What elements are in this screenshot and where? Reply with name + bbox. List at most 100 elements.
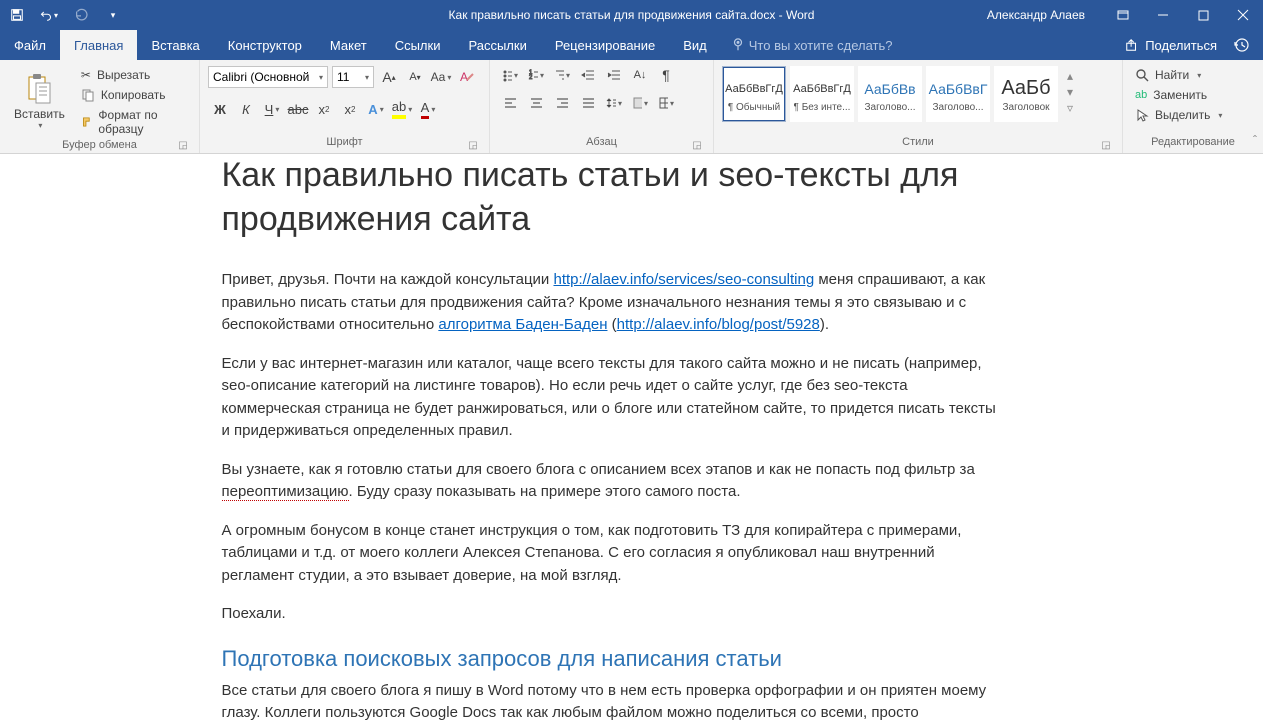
paragraph-5[interactable]: Поехали. [222, 603, 1002, 626]
scissors-icon: ✂ [81, 68, 91, 82]
bold-icon[interactable]: Ж [208, 98, 232, 120]
paragraph-3[interactable]: Вы узнаете, как я готовлю статьи для сво… [222, 459, 1002, 504]
style-preview: АаБбВвГ [929, 76, 988, 102]
replace-button[interactable]: abЗаменить [1131, 86, 1255, 104]
paragraph-2[interactable]: Если у вас интернет-магазин или каталог,… [222, 353, 1002, 443]
increase-indent-icon[interactable] [602, 64, 626, 86]
share-button[interactable]: Поделиться [1125, 38, 1217, 53]
font-size-combo[interactable]: 11▾ [332, 66, 374, 88]
align-right-icon[interactable] [550, 92, 574, 114]
format-painter-button[interactable]: Формат по образцу [77, 106, 191, 138]
save-icon[interactable] [8, 6, 26, 24]
clear-format-icon[interactable]: A [456, 66, 478, 88]
tab-insert[interactable]: Вставка [137, 30, 213, 60]
ribbon-tabs: Файл Главная Вставка Конструктор Макет С… [0, 30, 1263, 60]
style-item-2[interactable]: АаБбВвЗаголово... [858, 66, 922, 122]
font-size-value: 11 [337, 70, 349, 84]
tab-review[interactable]: Рецензирование [541, 30, 669, 60]
link-baden[interactable]: алгоритма Баден-Баден [438, 316, 607, 333]
heading-2[interactable]: Подготовка поисковых запросов для написа… [222, 646, 1002, 672]
grow-font-icon[interactable]: A▴ [378, 66, 400, 88]
shading-icon[interactable]: ▾ [628, 92, 652, 114]
qat-customize-icon[interactable]: ▾ [104, 6, 122, 24]
undo-icon[interactable]: ▾ [40, 6, 58, 24]
font-dialog-icon[interactable]: ◲ [467, 139, 479, 151]
italic-icon[interactable]: К [234, 98, 258, 120]
paragraph-6[interactable]: Все статьи для своего блога я пишу в Wor… [222, 680, 1002, 720]
link-post[interactable]: http://alaev.info/blog/post/5928 [617, 316, 820, 333]
font-name-combo[interactable]: Calibri (Основной▾ [208, 66, 328, 88]
paragraph-4[interactable]: А огромным бонусом в конце станет инстру… [222, 520, 1002, 588]
document-scroll[interactable]: Как правильно писать статьи и seo-тексты… [0, 154, 1263, 720]
borders-icon[interactable]: ▾ [654, 92, 678, 114]
style-preview: АаБбВвГгД [725, 76, 783, 102]
sort-icon[interactable]: A↓ [628, 64, 652, 86]
paragraph-dialog-icon[interactable]: ◲ [691, 139, 703, 151]
font-color-icon[interactable]: A▾ [416, 98, 440, 120]
styles-scroll-up-icon[interactable]: ▴ [1062, 68, 1078, 84]
paste-button[interactable]: Вставить ▾ [8, 71, 71, 132]
tab-file[interactable]: Файл [0, 30, 60, 60]
superscript-icon[interactable]: x2 [338, 98, 362, 120]
bullets-icon[interactable]: ▾ [498, 64, 522, 86]
titlebar: ▾ ▾ Как правильно писать статьи для прод… [0, 0, 1263, 30]
text: Вы узнаете, как я готовлю статьи для сво… [222, 461, 975, 478]
line-spacing-icon[interactable]: ▾ [602, 92, 626, 114]
paste-label: Вставить [14, 107, 65, 121]
ribbon-display-icon[interactable] [1103, 0, 1143, 30]
copy-button[interactable]: Копировать [77, 86, 191, 104]
clipboard-dialog-icon[interactable]: ◲ [177, 139, 189, 151]
styles-expand-icon[interactable]: ▿ [1062, 100, 1078, 116]
paragraph-1[interactable]: Привет, друзья. Почти на каждой консульт… [222, 269, 1002, 337]
group-styles: АаБбВвГгД¶ ОбычныйАаБбВвГгД¶ Без инте...… [714, 60, 1123, 153]
font-name-value: Calibri (Основной [213, 70, 309, 84]
strikethrough-icon[interactable]: abc [286, 98, 310, 120]
style-item-0[interactable]: АаБбВвГгД¶ Обычный [722, 66, 786, 122]
cut-button[interactable]: ✂Вырезать [77, 66, 191, 84]
align-left-icon[interactable] [498, 92, 522, 114]
style-preview: АаБбВвГгД [793, 76, 851, 102]
numbering-icon[interactable]: 12▾ [524, 64, 548, 86]
minimize-icon[interactable] [1143, 0, 1183, 30]
link-consulting[interactable]: http://alaev.info/services/seo-consultin… [553, 271, 814, 288]
styles-dialog-icon[interactable]: ◲ [1100, 139, 1112, 151]
collapse-ribbon-icon[interactable]: ˆ [1253, 133, 1257, 147]
tab-mailings[interactable]: Рассылки [454, 30, 540, 60]
editing-group-label: Редактирование [1151, 136, 1235, 148]
font-group-label: Шрифт [326, 136, 362, 148]
show-marks-icon[interactable]: ¶ [654, 64, 678, 86]
justify-icon[interactable] [576, 92, 600, 114]
decrease-indent-icon[interactable] [576, 64, 600, 86]
subscript-icon[interactable]: x2 [312, 98, 336, 120]
clipboard-group-label: Буфер обмена [62, 139, 137, 151]
tell-me-search[interactable]: Что вы хотите сделать? [721, 30, 903, 60]
maximize-icon[interactable] [1183, 0, 1223, 30]
tab-design[interactable]: Конструктор [214, 30, 316, 60]
document-title: Как правильно писать статьи для продвиже… [449, 8, 815, 22]
text: ). [820, 316, 829, 333]
spelling-error[interactable]: переоптимизацию [222, 483, 349, 501]
heading-title[interactable]: Как правильно писать статьи и seo-тексты… [222, 154, 1002, 241]
user-name[interactable]: Александр Алаев [969, 8, 1103, 22]
style-item-4[interactable]: АаБбЗаголовок [994, 66, 1058, 122]
shrink-font-icon[interactable]: A▾ [404, 66, 426, 88]
page[interactable]: Как правильно писать статьи и seo-тексты… [222, 154, 1042, 720]
text-effects-icon[interactable]: A▾ [364, 98, 388, 120]
tab-layout[interactable]: Макет [316, 30, 381, 60]
underline-icon[interactable]: Ч▾ [260, 98, 284, 120]
multilevel-icon[interactable]: ▾ [550, 64, 574, 86]
tab-view[interactable]: Вид [669, 30, 721, 60]
tab-home[interactable]: Главная [60, 30, 137, 60]
select-button[interactable]: Выделить▾ [1131, 106, 1255, 124]
highlight-icon[interactable]: ab▾ [390, 98, 414, 120]
tab-references[interactable]: Ссылки [381, 30, 455, 60]
find-button[interactable]: Найти▾ [1131, 66, 1255, 84]
align-center-icon[interactable] [524, 92, 548, 114]
change-case-icon[interactable]: Aa▾ [430, 66, 452, 88]
history-icon[interactable] [1229, 35, 1253, 55]
style-item-1[interactable]: АаБбВвГгД¶ Без инте... [790, 66, 854, 122]
close-icon[interactable] [1223, 0, 1263, 30]
style-item-3[interactable]: АаБбВвГЗаголово... [926, 66, 990, 122]
styles-scroll-down-icon[interactable]: ▾ [1062, 84, 1078, 100]
redo-icon[interactable] [72, 6, 90, 24]
